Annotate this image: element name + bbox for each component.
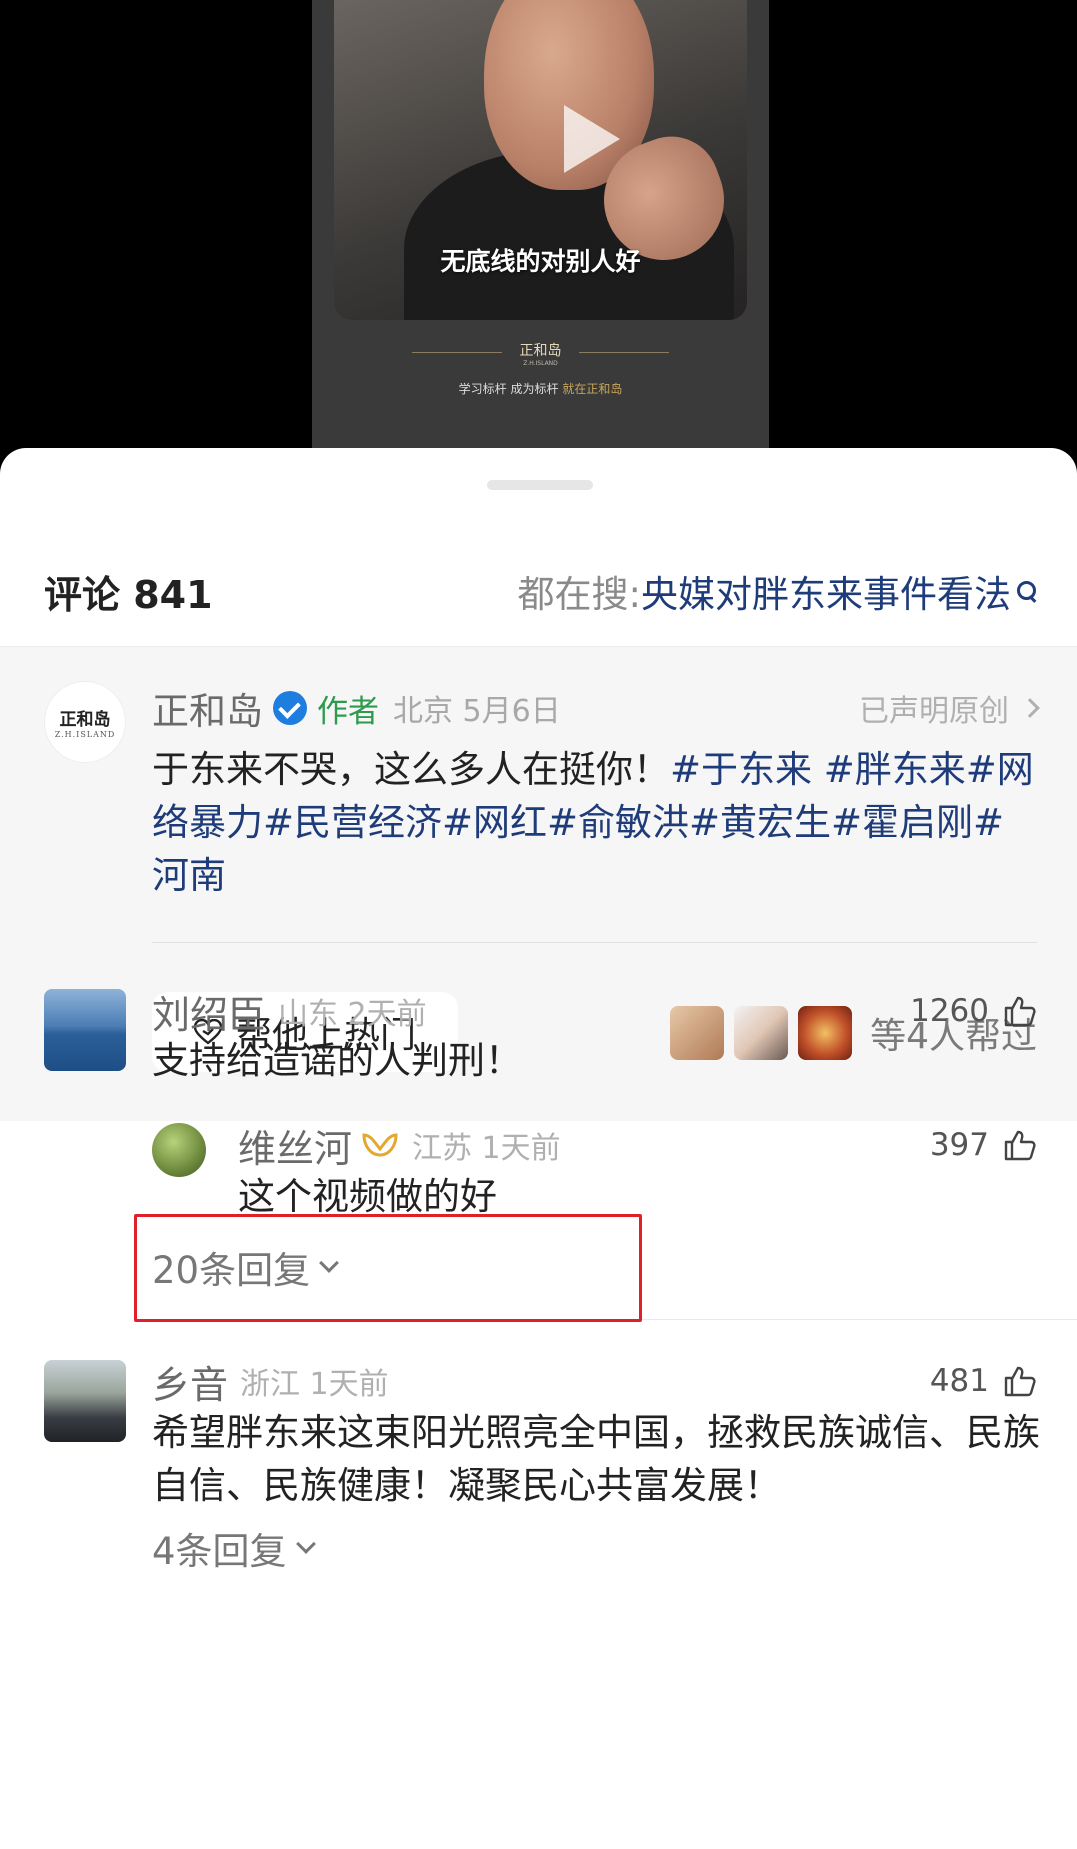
replier-name[interactable]: 维丝河 [238,1118,352,1173]
thumbs-up-icon [1004,1130,1036,1161]
comments-count-title: 评论 841 [44,572,213,617]
thumbs-up-icon [1004,996,1036,1027]
verified-icon [273,691,307,725]
video-tagline-b: 就在正和岛 [562,382,623,396]
author-avatar[interactable]: 正和岛 Z.H.ISLAND [44,681,126,763]
video-brand: 正和岛 Z.H.ISLAND [312,340,769,367]
video-subtitle: 无底线的对别人好 [440,247,641,276]
like-button[interactable]: 1260 [910,993,1037,1029]
author-location-date: 北京 5月6日 [393,694,561,729]
chevron-down-icon [295,1534,316,1554]
original-declaration-link[interactable]: 已声明原创 [859,686,1040,730]
play-icon[interactable] [564,105,620,173]
commenter-name[interactable]: 刘绍臣 [152,984,266,1039]
thumbs-up-icon [1004,1366,1036,1397]
commenter-avatar[interactable] [44,989,126,1071]
video-frame[interactable]: 无底线的对别人好 正和岛 Z.H.ISLAND 学习标杆 成为标杆 就在正和岛 [312,0,769,470]
comment-text: 支持给造谣的人判刑！ [152,1039,522,1082]
author-badge: 作者 [317,693,379,730]
reply-like-count: 397 [929,1127,989,1163]
video-player[interactable]: 无底线的对别人好 正和岛 Z.H.ISLAND 学习标杆 成为标杆 就在正和岛 [0,0,1077,470]
highlight-annotation [134,1214,642,1322]
vip-badge-icon [362,1133,398,1157]
sheet-header: 评论 841 都在搜: 央媒对胖东来事件看法 [44,563,1037,619]
reply-location-time: 江苏 1天前 [412,1131,561,1166]
author-meta: 正和岛 作者 北京 5月6日 已声明原创 [152,681,1040,735]
author-avatar-sub: Z.H.ISLAND [54,730,116,739]
comment-location-time: 山东 2天前 [278,997,427,1032]
author-avatar-logo: 正和岛 [59,710,111,730]
comment-sheet: 评论 841 都在搜: 央媒对胖东来事件看法 正和岛 Z.H.ISLAND 正和… [0,448,1077,1849]
author-post-body: 于东来不哭，这么多人在挺你！ [152,748,670,791]
comment-text: 希望胖东来这束阳光照亮全中国，拯救民族诚信、民族自信、民族健康！凝聚民心共富发展… [152,1411,1040,1507]
search-icon[interactable] [1017,581,1037,601]
trending-label: 都在搜: [517,573,641,616]
commenter-name[interactable]: 乡音 [152,1354,228,1409]
comment-location-time: 浙江 1天前 [240,1367,389,1402]
reply-meta: 维丝河 江苏 1天前 397 [238,1118,1037,1173]
like-button[interactable]: 481 [930,1363,1037,1399]
reply-like-button[interactable]: 397 [930,1127,1037,1163]
sheet-drag-handle[interactable] [487,480,593,490]
author-post-text: 于东来不哭，这么多人在挺你！#于东来 #胖东来#网络暴力#民营经济#网红#俞敏洪… [152,743,1037,902]
video-tagline-a: 学习标杆 成为标杆 [458,382,559,396]
trending-search[interactable]: 都在搜: 央媒对胖东来事件看法 [518,564,1037,618]
reply-avatar[interactable] [152,1123,206,1177]
like-count: 481 [929,1363,989,1399]
chevron-right-icon [1020,698,1040,718]
author-name[interactable]: 正和岛 [152,681,263,735]
video-tagline: 学习标杆 成为标杆 就在正和岛 [312,380,769,397]
video-brand-logo: 正和岛 [519,343,562,359]
comment-meta: 乡音 浙江 1天前 481 [152,1354,1037,1409]
like-count: 1260 [910,993,989,1029]
video-brand-sub: Z.H.ISLAND [523,360,558,367]
trending-query[interactable]: 央媒对胖东来事件看法 [641,564,1011,618]
comment-meta: 刘绍臣 山东 2天前 1260 [152,984,1037,1039]
commenter-avatar[interactable] [44,1360,126,1442]
more-replies-label: 4条回复 [152,1530,287,1573]
divider [152,942,1037,943]
video-thumbnail[interactable]: 无底线的对别人好 [334,0,747,320]
original-declaration-label: 已声明原创 [859,694,1009,729]
more-replies-button[interactable]: 4条回复 [152,1521,316,1575]
